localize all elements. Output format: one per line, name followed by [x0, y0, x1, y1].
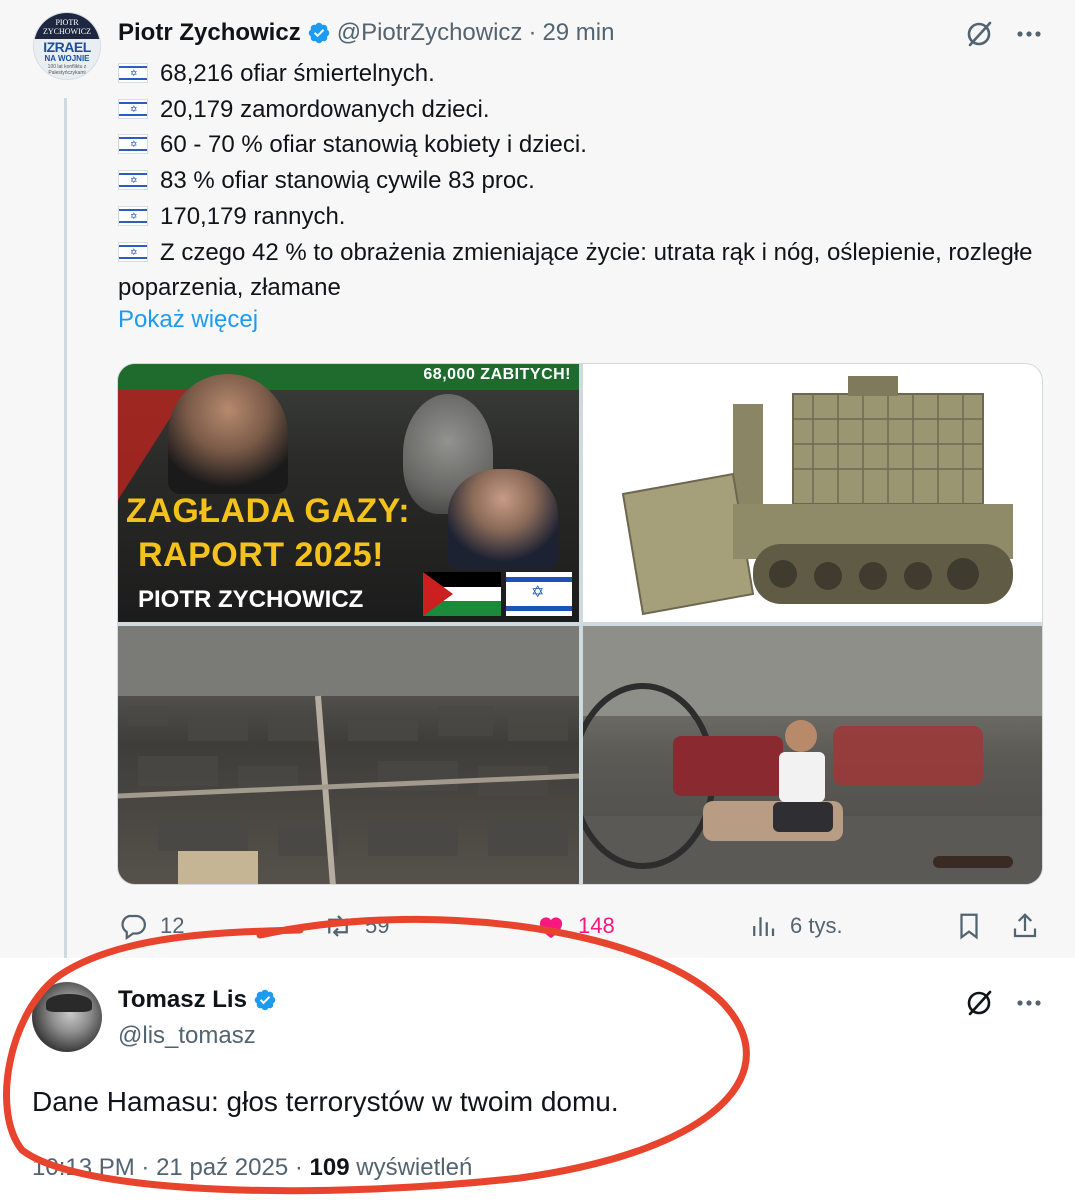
israel-flag-icon: ✡	[118, 205, 148, 226]
thumbnail-name: PIOTR ZYCHOWICZ	[138, 586, 364, 613]
views-button[interactable]: 6 tys.	[748, 908, 843, 944]
tweet-text: ✡ 68,216 ofiar śmiertelnych. ✡ 20,179 zamo…	[118, 56, 1058, 306]
avatar-sub-text: NA WOJNIE	[44, 54, 90, 63]
views-count: 109	[309, 1154, 350, 1181]
bookmark-icon	[960, 913, 978, 940]
palestine-flag-icon	[423, 572, 501, 616]
more-icon[interactable]	[1014, 991, 1044, 1015]
parent-tweet: PIOTR ZYCHOWICZ IZRAEL NA WOJNIE 100 lat…	[0, 0, 1075, 958]
repost-button[interactable]: 59	[323, 908, 389, 944]
avatar[interactable]	[32, 982, 102, 1052]
author-handle[interactable]: @PiotrZychowicz	[337, 19, 523, 47]
thumbnail-title-line2: RAPORT 2025!	[138, 536, 384, 574]
author-handle[interactable]: @lis_tomasz	[118, 1022, 256, 1050]
views-label: wyświetleń	[356, 1154, 473, 1181]
grok-icon[interactable]	[964, 988, 994, 1018]
media-grid: 68,000 ZABITYCH! ZAGŁADA GAZY: RAPORT 20…	[117, 363, 1043, 885]
avatar[interactable]: PIOTR ZYCHOWICZ IZRAEL NA WOJNIE 100 lat…	[33, 12, 101, 80]
tweet-line: ✡ 170,179 rannych.	[118, 199, 1058, 235]
tweet-line: ✡ 20,179 zamordowanych dzieci.	[118, 92, 1058, 128]
tweet-meta: 10:13 PM · 21 paź 2025 · 109 wyświetleń	[32, 1154, 472, 1182]
share-button[interactable]	[1010, 908, 1052, 944]
share-icon	[1013, 913, 1037, 938]
verified-badge-icon	[308, 22, 329, 44]
like-icon	[539, 917, 563, 938]
repost-icon	[328, 915, 348, 937]
separator-dot: ·	[294, 1154, 303, 1181]
media-thumbnail-bulldozer[interactable]	[583, 364, 1042, 622]
aerial-city-illustration	[118, 626, 579, 884]
separator-dot: ·	[528, 19, 537, 46]
thumbnail-banner: 68,000 ZABITYCH!	[423, 366, 571, 383]
bulldozer-illustration	[621, 376, 1013, 616]
author-name[interactable]: Tomasz Lis	[118, 986, 247, 1014]
tweet-time[interactable]: 29 min	[542, 19, 614, 47]
avatar-top-text: PIOTR ZYCHOWICZ	[34, 13, 100, 39]
politician-figure	[448, 469, 558, 569]
israel-flag-large-icon: ✡	[506, 572, 572, 616]
avatar-tiny-text: 100 lat konfliktu z Palestyńczykami	[47, 64, 87, 76]
israel-flag-icon: ✡	[118, 241, 148, 262]
separator-dot: ·	[141, 1154, 150, 1181]
views-icon	[753, 917, 775, 936]
media-thumbnail-child[interactable]	[583, 626, 1042, 884]
tweet-line: ✡ 68,216 ofiar śmiertelnych.	[118, 56, 1058, 92]
like-count: 148	[578, 913, 615, 938]
grok-icon[interactable]	[964, 19, 994, 49]
like-button[interactable]: 148	[536, 908, 615, 944]
bookmark-button[interactable]	[954, 908, 996, 944]
thumbnail-title-line1: ZAGŁADA GAZY:	[126, 492, 411, 530]
child-scene-illustration	[583, 626, 1042, 884]
israel-flag-icon: ✡	[118, 63, 148, 83]
israel-flag-icon: ✡	[118, 170, 148, 191]
tweet-line: ✡ Z czego 42 % to obrażenia zmieniające ż…	[118, 238, 1033, 302]
views-count: 6 tys.	[790, 913, 843, 938]
presenter-figure	[168, 374, 288, 494]
more-icon[interactable]	[1014, 22, 1044, 46]
reply-button[interactable]: 12	[118, 908, 184, 944]
tweet-line: ✡ 83 % ofiar stanowią cywile 83 proc.	[118, 163, 1058, 199]
tweet-time[interactable]: 10:13 PM	[32, 1154, 135, 1181]
israel-flag-icon: ✡	[118, 98, 148, 119]
author-name[interactable]: Piotr Zychowicz	[118, 19, 301, 47]
reply-count: 12	[160, 913, 185, 938]
media-thumbnail-video-cover[interactable]: 68,000 ZABITYCH! ZAGŁADA GAZY: RAPORT 20…	[118, 364, 579, 622]
repost-count: 59	[365, 913, 390, 938]
tweet-header: Piotr Zychowicz @PiotrZychowicz · 29 min	[118, 18, 614, 48]
israel-flag-icon: ✡	[118, 134, 148, 155]
tweet-text: Dane Hamasu: głos terrorystów w twoim do…	[32, 1086, 619, 1117]
show-more-link[interactable]: Pokaż więcej	[118, 306, 258, 334]
tweet-header: Tomasz Lis	[118, 986, 283, 1014]
media-thumbnail-aerial-city[interactable]	[118, 626, 579, 884]
verified-badge-icon	[254, 989, 276, 1011]
thread-line	[64, 98, 67, 958]
avatar-main-text: IZRAEL	[43, 39, 91, 55]
tweet-actions: 12 59 148 6 tys.	[118, 908, 1048, 944]
reply-icon	[121, 914, 146, 941]
tweet-date[interactable]: 21 paź 2025	[156, 1154, 288, 1181]
quoted-tweet: Tomasz Lis @lis_tomasz Dane Hamasu: głos…	[0, 958, 1075, 1200]
tweet-line: ✡ 60 - 70 % ofiar stanowią kobiety i dzie…	[118, 127, 1058, 163]
